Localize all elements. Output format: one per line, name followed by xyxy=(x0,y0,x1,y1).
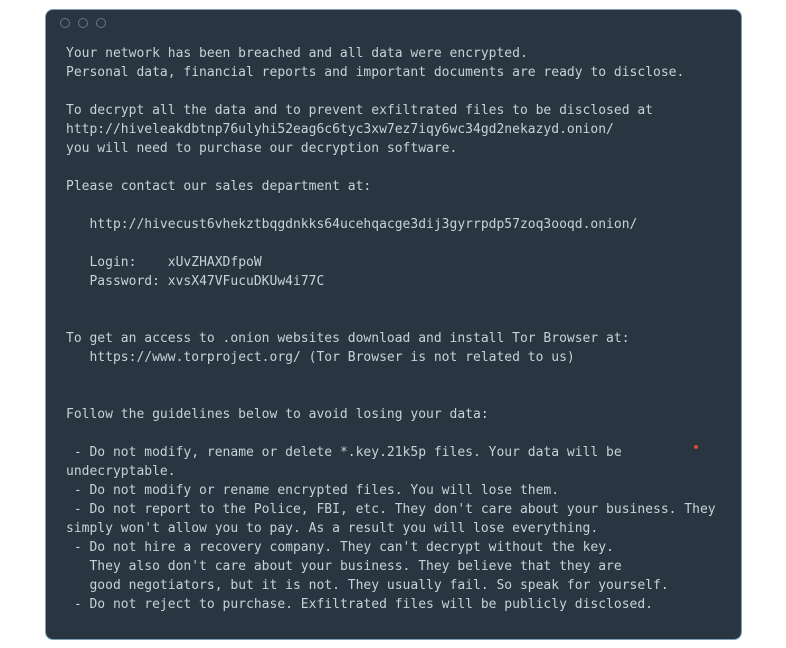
terminal-window: Your network has been breached and all d… xyxy=(45,9,742,640)
titlebar xyxy=(46,10,741,36)
intro-line: Personal data, financial reports and imp… xyxy=(66,65,684,80)
guidelines-header: Follow the guidelines below to avoid los… xyxy=(66,407,489,422)
login-label: Login: xyxy=(89,255,136,270)
traffic-light-minimize-icon[interactable] xyxy=(78,18,88,28)
guideline-item: Do not report to the Police, FBI, etc. T… xyxy=(66,502,723,536)
decrypt-line: you will need to purchase our decryption… xyxy=(66,141,457,156)
password-label: Password: xyxy=(89,274,159,289)
traffic-light-zoom-icon[interactable] xyxy=(96,18,106,28)
guideline-item: Do not modify, rename or delete *.key.21… xyxy=(66,445,630,479)
ransom-note-content: Your network has been breached and all d… xyxy=(46,36,741,614)
intro-line: Your network has been breached and all d… xyxy=(66,46,528,61)
contact-header: Please contact our sales department at: xyxy=(66,179,371,194)
leak-url: http://hiveleakdbtnp76ulyhi52eag6c6tyc3x… xyxy=(66,122,614,137)
guideline-item: Do not modify or rename encrypted files.… xyxy=(89,483,559,498)
tor-url-line: https://www.torproject.org/ (Tor Browser… xyxy=(89,350,574,365)
login-value: xUvZHAXDfpoW xyxy=(168,255,262,270)
tor-line: To get an access to .onion websites down… xyxy=(66,331,630,346)
cursor-dot-icon xyxy=(694,445,698,449)
guideline-item: Do not hire a recovery company. They can… xyxy=(66,540,669,593)
contact-url: http://hivecust6vhekztbqgdnkks64ucehqacg… xyxy=(89,217,637,232)
guideline-item: Do not reject to purchase. Exfiltrated f… xyxy=(89,597,653,612)
decrypt-line: To decrypt all the data and to prevent e… xyxy=(66,103,653,118)
password-value: xvsX47VFucuDKUw4i77C xyxy=(168,274,325,289)
traffic-light-close-icon[interactable] xyxy=(60,18,70,28)
